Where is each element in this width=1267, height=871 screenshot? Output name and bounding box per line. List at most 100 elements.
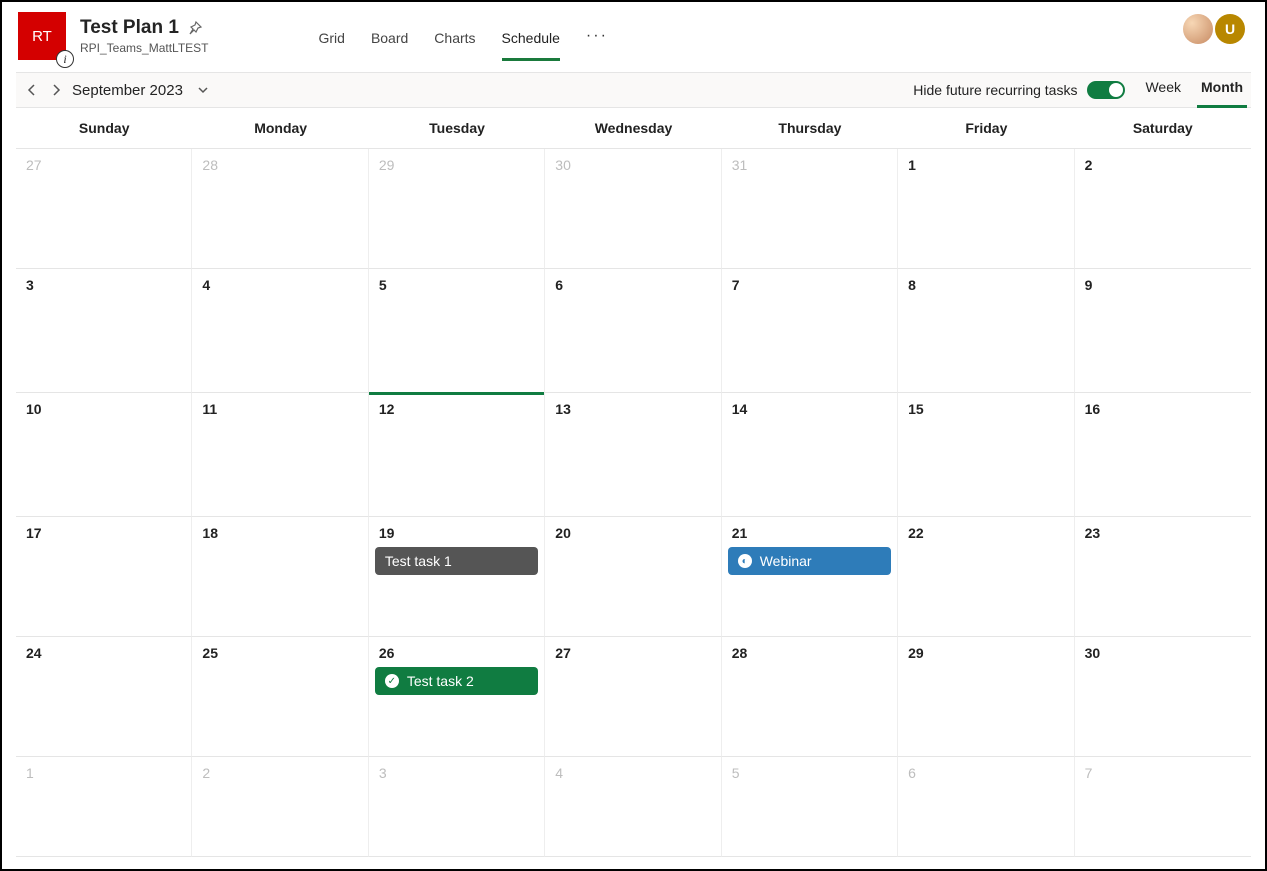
day-number: 5	[379, 277, 534, 293]
task-label: Test task 1	[385, 553, 452, 569]
day-number: 3	[379, 765, 534, 781]
calendar-cell[interactable]: 25	[192, 637, 368, 757]
pin-icon[interactable]	[187, 20, 203, 36]
hide-recurring-label: Hide future recurring tasks	[913, 82, 1077, 98]
day-number: 17	[26, 525, 181, 541]
progress-icon: ◐	[738, 554, 752, 568]
weekday-sat: Saturday	[1075, 108, 1251, 148]
calendar-cell[interactable]: 12	[369, 393, 545, 517]
day-number: 16	[1085, 401, 1241, 417]
day-number: 21	[732, 525, 887, 541]
calendar-cell[interactable]: 21 ◐ Webinar	[722, 517, 898, 637]
view-week-button[interactable]: Week	[1141, 73, 1185, 108]
task-label: Webinar	[760, 553, 812, 569]
calendar-cell[interactable]: 4	[192, 269, 368, 393]
plan-avatar: RT i	[18, 12, 66, 60]
calendar-cell[interactable]: 3	[369, 757, 545, 857]
calendar-cell[interactable]: 26 ✓ Test task 2	[369, 637, 545, 757]
more-tabs-icon[interactable]: ···	[586, 27, 608, 45]
task-chip[interactable]: ✓ Test task 2	[375, 667, 538, 695]
calendar-cell[interactable]: 16	[1075, 393, 1251, 517]
calendar-cell[interactable]: 28	[722, 637, 898, 757]
current-month-label[interactable]: September 2023	[72, 82, 183, 99]
tab-grid[interactable]: Grid	[318, 24, 344, 61]
calendar-cell[interactable]: 14	[722, 393, 898, 517]
calendar-cell[interactable]: 8	[898, 269, 1074, 393]
calendar-cell[interactable]: 29	[898, 637, 1074, 757]
calendar-cell[interactable]: 3	[16, 269, 192, 393]
day-number: 9	[1085, 277, 1241, 293]
day-number: 27	[555, 645, 710, 661]
calendar-cell[interactable]: 4	[545, 757, 721, 857]
calendar-cell[interactable]: 22	[898, 517, 1074, 637]
day-number: 27	[26, 157, 181, 173]
calendar-cell[interactable]: 13	[545, 393, 721, 517]
calendar-cell[interactable]: 18	[192, 517, 368, 637]
day-number: 10	[26, 401, 181, 417]
day-number: 2	[1085, 157, 1241, 173]
hide-recurring-toggle[interactable]	[1087, 81, 1125, 99]
calendar-cell[interactable]: 29	[369, 149, 545, 269]
weekday-sun: Sunday	[16, 108, 192, 148]
weekday-tue: Tuesday	[369, 108, 545, 148]
calendar-cell[interactable]: 9	[1075, 269, 1251, 393]
calendar-grid: 272829303112345678910111213141516171819T…	[16, 149, 1251, 857]
day-number: 11	[202, 401, 357, 417]
day-number: 20	[555, 525, 710, 541]
view-month-button[interactable]: Month	[1197, 73, 1247, 108]
checkmark-icon: ✓	[385, 674, 399, 688]
calendar-cell[interactable]: 27	[545, 637, 721, 757]
task-chip[interactable]: ◐ Webinar	[728, 547, 891, 575]
day-number: 4	[555, 765, 710, 781]
calendar-cell[interactable]: 19Test task 1	[369, 517, 545, 637]
calendar-cell[interactable]: 27	[16, 149, 192, 269]
calendar-cell[interactable]: 30	[545, 149, 721, 269]
calendar-cell[interactable]: 1	[16, 757, 192, 857]
day-number: 31	[732, 157, 887, 173]
calendar-cell[interactable]: 30	[1075, 637, 1251, 757]
calendar-cell[interactable]: 24	[16, 637, 192, 757]
calendar-cell[interactable]: 7	[1075, 757, 1251, 857]
calendar-cell[interactable]: 2	[1075, 149, 1251, 269]
calendar-cell[interactable]: 23	[1075, 517, 1251, 637]
calendar-cell[interactable]: 7	[722, 269, 898, 393]
day-number: 2	[202, 765, 357, 781]
title-block: Test Plan 1 RPI_Teams_MattLTEST	[80, 17, 208, 55]
day-number: 12	[379, 401, 534, 417]
calendar-cell[interactable]: 11	[192, 393, 368, 517]
prev-month-button[interactable]	[20, 78, 44, 102]
tab-charts[interactable]: Charts	[434, 24, 475, 61]
day-number: 25	[202, 645, 357, 661]
calendar-cell[interactable]: 10	[16, 393, 192, 517]
month-dropdown-icon[interactable]	[191, 78, 215, 102]
tab-board[interactable]: Board	[371, 24, 408, 61]
calendar-cell[interactable]: 5	[369, 269, 545, 393]
avatar-user-photo[interactable]	[1183, 14, 1213, 44]
info-icon[interactable]: i	[56, 50, 74, 68]
day-number: 14	[732, 401, 887, 417]
day-number: 22	[908, 525, 1063, 541]
calendar-cell[interactable]: 1	[898, 149, 1074, 269]
tab-schedule[interactable]: Schedule	[502, 24, 560, 61]
day-number: 26	[379, 645, 534, 661]
view-tabs: Grid Board Charts Schedule ···	[318, 18, 607, 55]
calendar-cell[interactable]: 28	[192, 149, 368, 269]
task-chip[interactable]: Test task 1	[375, 547, 538, 575]
calendar-cell[interactable]: 31	[722, 149, 898, 269]
today-indicator	[369, 392, 544, 395]
day-number: 29	[379, 157, 534, 173]
calendar-cell[interactable]: 2	[192, 757, 368, 857]
calendar-cell[interactable]: 20	[545, 517, 721, 637]
day-number: 29	[908, 645, 1063, 661]
next-month-button[interactable]	[44, 78, 68, 102]
avatar-user-initial[interactable]: U	[1215, 14, 1245, 44]
weekday-fri: Friday	[898, 108, 1074, 148]
calendar-cell[interactable]: 6	[898, 757, 1074, 857]
day-number: 30	[1085, 645, 1241, 661]
calendar-cell[interactable]: 6	[545, 269, 721, 393]
task-label: Test task 2	[407, 673, 474, 689]
day-number: 5	[732, 765, 887, 781]
calendar-cell[interactable]: 5	[722, 757, 898, 857]
calendar-cell[interactable]: 17	[16, 517, 192, 637]
calendar-cell[interactable]: 15	[898, 393, 1074, 517]
